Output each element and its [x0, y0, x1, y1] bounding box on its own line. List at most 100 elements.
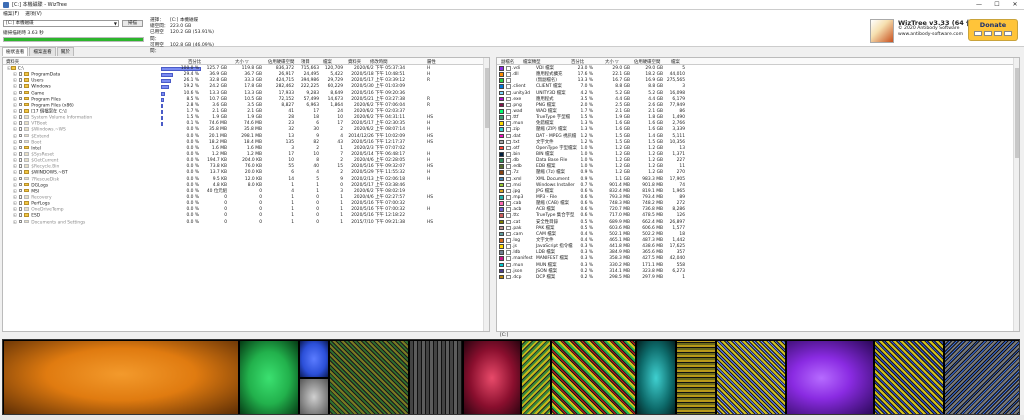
folder-col-header[interactable]: 資料夾 [348, 59, 361, 65]
treemap-block[interactable] [874, 340, 944, 414]
folder-col-header[interactable]: 百分比 [188, 59, 201, 65]
checkbox[interactable] [18, 96, 23, 101]
treemap-block[interactable] [239, 340, 299, 414]
expand-icon[interactable]: ⊞ [13, 189, 17, 194]
treemap-block[interactable] [676, 340, 716, 414]
checkbox[interactable] [18, 145, 23, 150]
percent-bar [161, 116, 163, 121]
checkbox[interactable] [18, 207, 23, 211]
file-type-col-header[interactable]: 大小 ▽ [605, 59, 619, 65]
expand-icon[interactable]: ⊞ [13, 201, 17, 206]
file-type-col-header[interactable]: 檔案類型 [523, 59, 541, 65]
checkbox[interactable] [18, 133, 23, 138]
treemap-block[interactable] [551, 340, 636, 414]
expand-icon[interactable]: ⊞ [13, 122, 17, 127]
tab-file-view[interactable]: 檔案查看 [29, 47, 56, 56]
expand-icon[interactable]: ⊞ [13, 177, 17, 182]
checkbox[interactable] [18, 127, 23, 131]
expand-icon[interactable]: ⊞ [13, 195, 17, 200]
treemap-block[interactable] [409, 340, 463, 414]
expand-icon[interactable]: ⊞ [13, 171, 17, 176]
brand-url[interactable]: www.antibody-software.com [898, 32, 975, 38]
tab-about[interactable]: 關於 [56, 47, 74, 56]
expand-icon[interactable]: ⊞ [13, 165, 17, 170]
checkbox[interactable] [18, 188, 23, 193]
checkbox[interactable] [18, 78, 23, 82]
folder-col-header[interactable]: 項目 [301, 59, 310, 65]
folder-col-header[interactable]: 檔案 [323, 59, 332, 65]
treemap-block[interactable] [299, 340, 329, 378]
file-type-scrollbar[interactable] [1013, 58, 1019, 331]
expand-icon[interactable]: ⊞ [13, 140, 17, 145]
close-button[interactable]: ✕ [1006, 0, 1024, 10]
checkbox[interactable] [18, 139, 23, 144]
expand-icon[interactable]: ⊞ [13, 97, 17, 102]
checkbox[interactable] [18, 115, 23, 119]
expand-icon[interactable]: ⊞ [13, 158, 17, 163]
checkbox[interactable] [18, 158, 23, 162]
folder-col-header[interactable]: 資料夾 [6, 59, 19, 65]
checkbox[interactable] [18, 84, 23, 88]
treemap[interactable] [2, 339, 1020, 415]
expand-icon[interactable]: ⊞ [13, 103, 17, 108]
checkbox[interactable] [18, 90, 23, 95]
expand-icon[interactable]: ⊞ [13, 91, 17, 96]
checkbox[interactable] [18, 152, 23, 156]
maximize-button[interactable]: ☐ [988, 0, 1006, 10]
checkbox[interactable] [18, 195, 23, 199]
treemap-block[interactable] [716, 340, 786, 414]
checkbox[interactable] [18, 176, 23, 181]
checkbox[interactable] [18, 170, 23, 174]
folder-col-header[interactable]: 佔用硬碟空間 [268, 59, 294, 65]
checkbox[interactable] [18, 109, 23, 113]
tab-tree-view[interactable]: 樹狀查看 [2, 47, 29, 56]
file-type-col-header[interactable]: 檔案 [671, 59, 680, 65]
expand-icon[interactable]: ⊞ [13, 72, 17, 77]
menu-options[interactable]: 選項(V) [25, 10, 42, 17]
expand-icon[interactable]: ⊞ [13, 214, 17, 219]
color-swatch [499, 201, 504, 206]
treemap-block[interactable] [636, 340, 676, 414]
folder-col-header[interactable]: 屬性 [427, 59, 436, 65]
treemap-block[interactable] [521, 340, 551, 414]
color-swatch [499, 151, 504, 157]
treemap-block[interactable] [329, 340, 409, 414]
folder-scrollbar[interactable] [483, 58, 489, 331]
drive-select[interactable]: [C:] 本機磁碟 ▼ [3, 20, 119, 27]
checkbox[interactable] [18, 164, 23, 168]
expand-icon[interactable]: ⊞ [13, 208, 17, 213]
treemap-block[interactable] [299, 378, 329, 414]
donate-button[interactable]: Donate [968, 19, 1018, 41]
folder-col-header[interactable]: 修改時間 [370, 59, 388, 65]
file-type-col-header[interactable]: 佔用硬碟空間 [634, 59, 660, 65]
checkbox[interactable] [18, 102, 23, 107]
treemap-block[interactable] [463, 340, 521, 414]
checkbox[interactable] [18, 213, 23, 217]
table-row[interactable]: .dcp DCP 檔案 0.2 % 298.5 MB 297.9 MB 1 [497, 274, 1019, 281]
checkbox[interactable] [18, 121, 23, 125]
checkbox[interactable] [18, 201, 23, 205]
treemap-block[interactable] [944, 340, 1019, 414]
expand-icon[interactable]: ⊞ [13, 79, 17, 84]
checkbox[interactable] [18, 72, 23, 76]
minimize-button[interactable]: — [970, 0, 988, 10]
treemap-block[interactable] [786, 340, 874, 414]
file-type-col-header[interactable]: 百分比 [571, 59, 584, 65]
checkbox[interactable] [18, 219, 23, 224]
checkbox[interactable] [18, 182, 23, 187]
expand-icon[interactable]: ⊞ [13, 134, 17, 139]
menu-file[interactable]: 檔案(F) [3, 10, 19, 17]
expand-icon[interactable]: ⊞ [13, 128, 17, 133]
table-row[interactable]: ⊞ Documents and Settings 0.0 % 0 0 1 0 1 2015/7/… [3, 219, 489, 226]
expand-icon[interactable]: ⊞ [13, 85, 17, 90]
scan-button[interactable]: 掃描 [122, 20, 143, 27]
treemap-block[interactable] [3, 340, 239, 414]
file-type-col-header[interactable]: 副檔名 [501, 59, 514, 65]
expand-icon[interactable]: ⊞ [13, 146, 17, 151]
expand-icon[interactable]: ⊞ [13, 220, 17, 225]
expand-icon[interactable]: ⊞ [13, 115, 17, 120]
expand-icon[interactable]: ⊞ [13, 109, 17, 114]
expand-icon[interactable]: ⊞ [13, 183, 17, 188]
folder-col-header[interactable]: 大小 ▽ [235, 59, 249, 65]
expand-icon[interactable]: ⊞ [13, 152, 17, 157]
